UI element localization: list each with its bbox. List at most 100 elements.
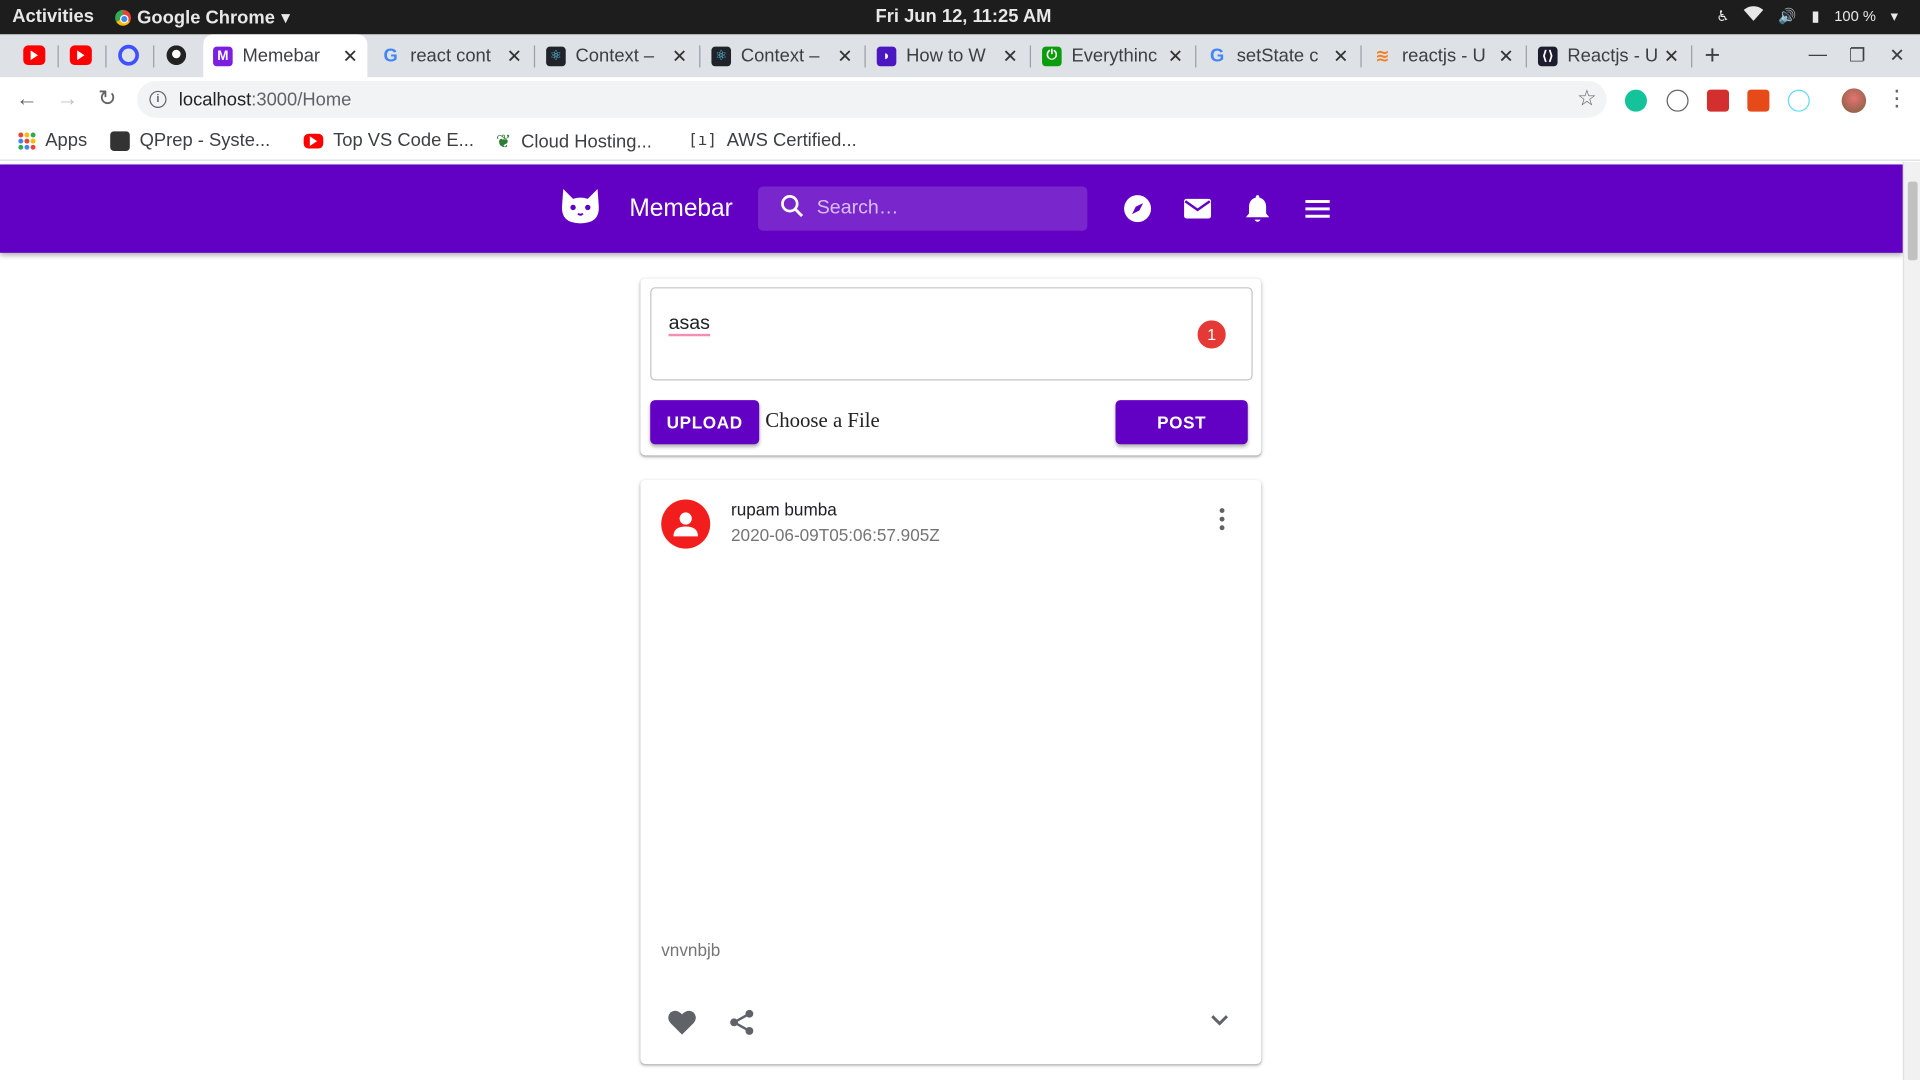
bookmark-vscode[interactable]: Top VS Code E... [303, 130, 474, 151]
pinned-tab-github[interactable] [165, 45, 187, 66]
close-icon[interactable]: ✕ [1662, 45, 1682, 67]
clock[interactable]: Fri Jun 12, 11:25 AM [876, 6, 1052, 27]
info-icon[interactable]: i [149, 90, 167, 109]
mail-icon[interactable] [1183, 194, 1212, 223]
search-input[interactable] [816, 197, 1062, 220]
battery-level: 100 % [1834, 6, 1876, 24]
tab-title: Reactjs - U [1567, 45, 1659, 67]
tab-separator [57, 45, 59, 68]
back-button[interactable]: ← [16, 86, 38, 112]
pinned-tab-app[interactable] [118, 44, 140, 66]
reload-button[interactable]: ↻ [98, 86, 116, 112]
chevron-down-icon: ▾ [1890, 6, 1898, 24]
chrome-icon [115, 9, 132, 26]
react-devtools-icon[interactable] [1787, 89, 1810, 112]
search-box[interactable] [757, 186, 1088, 231]
tab-separator [153, 45, 155, 68]
extension-icon[interactable] [1706, 89, 1729, 112]
bracket-icon: [ı] [688, 131, 717, 150]
bookmark-icon: ◗ [876, 46, 897, 66]
bookmarks-bar: Apps QPrep - Syste... Top VS Code E... ❦… [0, 122, 1920, 161]
heart-icon[interactable] [667, 1009, 696, 1042]
new-tab-button[interactable]: + [1705, 41, 1721, 69]
close-icon[interactable]: ✕ [1166, 45, 1186, 67]
bookmark-label: Apps [45, 130, 88, 151]
menu-icon[interactable] [1303, 194, 1332, 223]
profile-avatar[interactable] [1841, 88, 1867, 113]
close-icon[interactable]: ✕ [340, 45, 360, 67]
window-close-button[interactable]: ✕ [1889, 44, 1904, 66]
cat-logo-icon [558, 187, 602, 232]
extension-on-icon[interactable] [1747, 89, 1770, 112]
page-viewport: Memebar asas [0, 162, 1920, 1080]
stackoverflow-icon: ≋ [1375, 45, 1390, 66]
google-icon: G [1209, 45, 1225, 67]
upload-button[interactable]: UPLOAD [650, 400, 760, 445]
tab-separator [1029, 45, 1032, 68]
close-icon[interactable]: ✕ [504, 45, 524, 67]
more-vert-icon[interactable] [1218, 507, 1225, 538]
tab-context-2[interactable]: ⚛ Context – ✕ [702, 34, 862, 77]
system-tray[interactable]: ♿ 🔊 ▮ 100 % ▾ [1716, 6, 1898, 24]
tab-setstate[interactable]: G setState c ✕ [1198, 34, 1358, 77]
tab-separator [864, 45, 866, 68]
bookmark-cloud-hosting[interactable]: ❦ Cloud Hosting... [496, 130, 652, 152]
app-menu[interactable]: Google Chrome ▾ [115, 6, 290, 28]
tab-how-to[interactable]: ◗ How to W ✕ [867, 34, 1027, 77]
compass-icon[interactable] [1123, 194, 1152, 223]
tab-separator [1691, 45, 1693, 68]
expand-more-icon[interactable] [1209, 1011, 1231, 1033]
post-caption: vnvnbjb [661, 940, 721, 960]
tab-reactjs-so[interactable]: ≋ reactjs - U ✕ [1363, 34, 1523, 77]
browser-toolbar: ← → ↻ i localhost:3000/Home ☆ ⋮ [0, 77, 1920, 123]
page-scrollbar[interactable] [1902, 162, 1920, 1080]
close-icon[interactable]: ✕ [835, 45, 855, 67]
search-icon [780, 193, 804, 224]
tab-title: How to W [906, 45, 986, 67]
chrome-menu-icon[interactable]: ⋮ [1886, 86, 1908, 112]
post-composer: asas 1 UPLOAD Choose a File POST [640, 278, 1262, 456]
restore-button[interactable]: ❐ [1849, 44, 1865, 66]
address-bar[interactable]: i localhost:3000/Home ☆ [137, 81, 1607, 118]
grammar-issue-badge[interactable]: 1 [1197, 320, 1226, 349]
post-timestamp: 2020-06-09T05:06:57.905Z [731, 525, 940, 545]
minimize-button[interactable]: — [1809, 44, 1827, 65]
tab-everything[interactable]: ⏻ Everythinc ✕ [1032, 34, 1192, 77]
close-icon[interactable]: ✕ [670, 45, 690, 67]
battery-icon: ▮ [1811, 6, 1820, 24]
tab-context-1[interactable]: ⚛ Context – ✕ [536, 34, 696, 77]
tab-separator [1360, 45, 1362, 68]
memebar-favicon: M [213, 46, 233, 66]
avatar[interactable] [661, 499, 711, 549]
person-icon [673, 512, 698, 537]
bookmark-star-icon[interactable]: ☆ [1577, 86, 1597, 112]
tab-reactjs-2[interactable]: ⟨⟩ Reactjs - U ✕ [1528, 34, 1688, 77]
brand[interactable]: Memebar [558, 187, 733, 232]
bookmark-qprep[interactable]: QPrep - Syste... [110, 130, 270, 151]
activities-button[interactable]: Activities [12, 6, 94, 27]
close-icon[interactable]: ✕ [1000, 45, 1020, 67]
os-top-bar: Activities Google Chrome ▾ Fri Jun 12, 1… [0, 0, 1920, 35]
post-text-field[interactable]: asas 1 [650, 287, 1253, 381]
bookmark-aws[interactable]: [ı] AWS Certified... [688, 130, 857, 151]
close-icon[interactable]: ✕ [1331, 45, 1351, 67]
tab-title: react cont [410, 45, 491, 67]
tab-memebar[interactable]: M Memebar ✕ [203, 34, 368, 78]
tab-title: reactjs - U [1402, 45, 1486, 67]
bell-icon[interactable] [1243, 194, 1272, 223]
scrollbar-thumb[interactable] [1907, 181, 1918, 261]
forward-button[interactable]: → [56, 86, 78, 112]
share-icon[interactable] [729, 1009, 756, 1042]
close-icon[interactable]: ✕ [1496, 45, 1516, 67]
code-icon: ⟨⟩ [1537, 46, 1558, 66]
bookmark-apps[interactable]: Apps [18, 130, 87, 151]
react-icon: ⚛ [546, 46, 566, 66]
extension-icon[interactable] [1666, 89, 1689, 112]
grammarly-extension-icon[interactable] [1624, 89, 1647, 112]
post-button[interactable]: POST [1115, 400, 1248, 445]
tab-react-context[interactable]: G react cont ✕ [371, 34, 531, 77]
chevron-down-icon: ▾ [281, 7, 291, 29]
pinned-tab-youtube[interactable] [23, 45, 46, 66]
wifi-icon [1744, 6, 1764, 24]
pinned-tab-youtube[interactable] [69, 45, 92, 66]
